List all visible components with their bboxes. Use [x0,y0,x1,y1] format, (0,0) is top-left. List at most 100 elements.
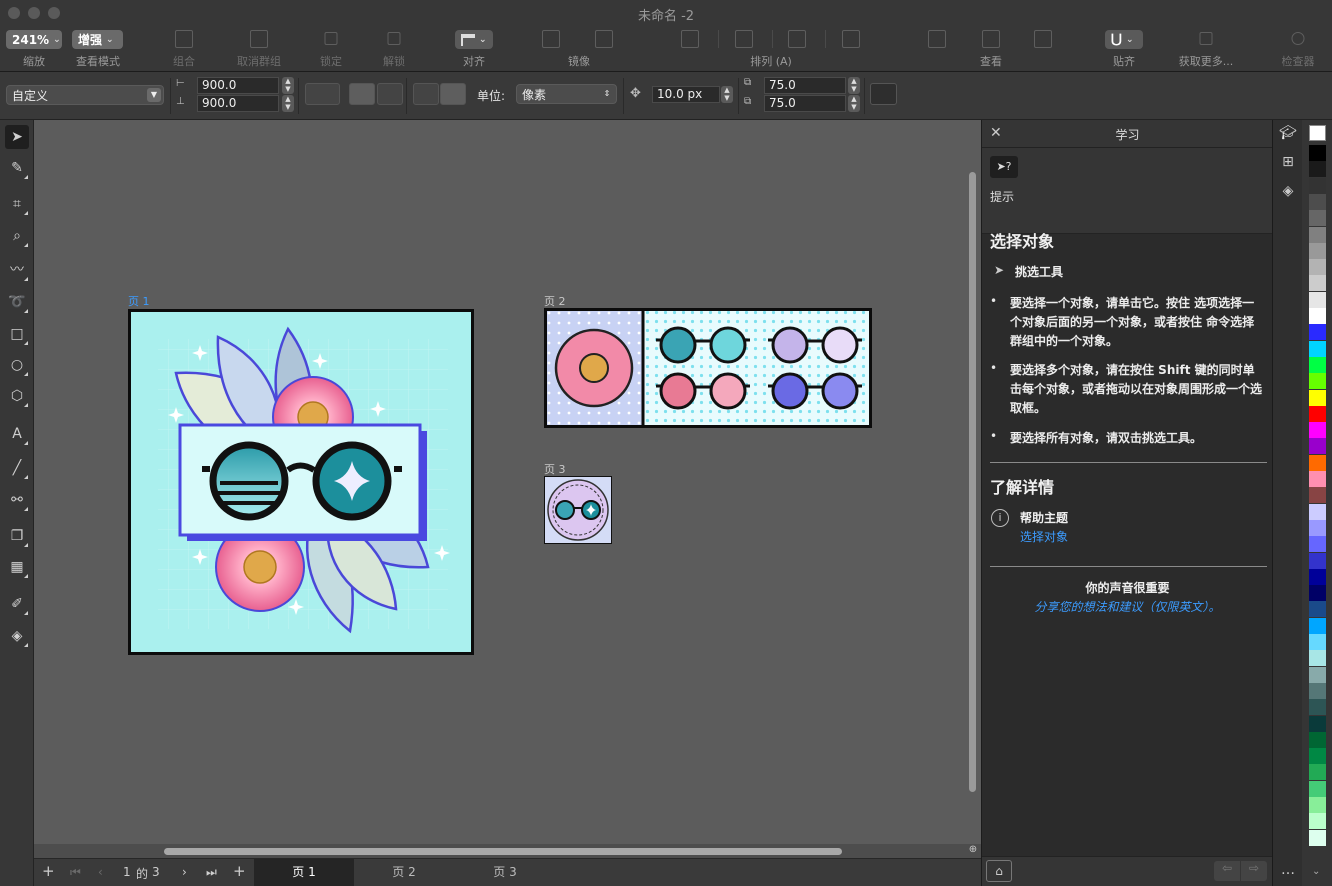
color-swatch[interactable] [1309,568,1326,585]
tab-page-2[interactable]: 页 2 [354,859,454,886]
hint-pick-icon[interactable]: ➤? [990,156,1018,178]
color-swatch[interactable] [1309,503,1326,520]
pick-tool-icon[interactable]: ➤ [5,125,29,149]
zoom-fit-icon[interactable]: ⊕ [966,844,980,858]
mirror-vertical-icon[interactable] [595,30,613,48]
color-swatch[interactable] [1309,519,1326,536]
color-swatch[interactable] [1309,275,1326,292]
last-page-button[interactable]: ⏭ [206,865,217,880]
color-swatch[interactable] [1309,389,1326,406]
color-swatch[interactable] [1309,487,1326,504]
vertical-scroll-thumb[interactable] [969,172,976,792]
group-icon[interactable] [175,30,193,48]
connector-tool-icon[interactable]: ⚯ [5,488,29,512]
align-dropdown[interactable]: ⌄ [455,30,493,49]
color-swatch[interactable] [1309,552,1326,569]
drawing-canvas[interactable]: 页 1 页 2 页 3 [34,120,981,844]
learn-tab-icon[interactable]: 🎓︎ [1278,125,1298,145]
back-icon[interactable]: ⇦ [1214,861,1240,881]
color-swatch[interactable] [1309,422,1326,439]
horizontal-scroll-thumb[interactable] [164,848,842,855]
color-swatch[interactable] [1309,324,1326,341]
get-more-icon[interactable] [1199,32,1213,45]
color-swatch[interactable] [1309,748,1326,765]
color-swatch[interactable] [1309,715,1326,732]
color-swatch[interactable] [1309,161,1326,178]
color-swatch[interactable] [1309,536,1326,553]
width-stepper[interactable]: ▲ ▼ [282,77,294,94]
color-swatch[interactable] [1309,585,1326,602]
page-size-options-button[interactable] [305,83,340,105]
page-height-input[interactable]: 900.0 [197,95,279,112]
page-1[interactable] [128,309,474,655]
color-swatch[interactable] [1309,405,1326,422]
color-swatch[interactable] [1309,650,1326,667]
color-swatch[interactable] [1309,373,1326,390]
color-swatch[interactable] [1309,601,1326,618]
color-swatch[interactable] [1309,226,1326,243]
duplicate-y-input[interactable]: 75.0 [764,95,846,112]
shape-tool-icon[interactable]: ✎ [5,156,29,180]
shadow-tool-icon[interactable]: ❐ [5,524,29,548]
color-swatch[interactable] [1309,308,1326,324]
color-swatch[interactable] [1309,177,1326,194]
color-swatch[interactable] [1309,210,1326,227]
page-width-input[interactable]: 900.0 [197,77,279,94]
text-tool-icon[interactable]: A [5,422,29,446]
view-mode-dropdown[interactable]: 增强 ⌄ [72,30,123,49]
color-swatch[interactable] [1309,291,1326,308]
artistic-media-tool-icon[interactable]: ➰ [5,290,29,314]
layers-tab-icon[interactable]: ◈ [1278,183,1298,203]
duplicate-x-input[interactable]: 75.0 [764,77,846,94]
properties-tab-icon[interactable]: ⊞ [1278,154,1298,174]
transparency-tool-icon[interactable]: ▦ [5,555,29,579]
polygon-tool-icon[interactable]: ⬡ [5,384,29,408]
nudge-stepper[interactable]: ▲ ▼ [721,86,733,103]
all-pages-button[interactable] [413,83,439,105]
color-swatch[interactable] [1309,666,1326,683]
color-swatch[interactable] [1309,682,1326,699]
zoom-dropdown[interactable]: 241% ⌄ [6,30,62,49]
landscape-button[interactable] [377,83,403,105]
lock-icon[interactable] [324,32,338,45]
eyedropper-tool-icon[interactable]: ✐ [5,592,29,616]
prev-page-button[interactable]: ‹ [98,865,103,879]
back-one-icon[interactable] [788,30,806,48]
current-page-button[interactable] [440,83,466,105]
color-swatch[interactable] [1309,731,1326,748]
fill-tool-icon[interactable]: ◈ [5,624,29,648]
grid-icon[interactable] [982,30,1000,48]
color-swatch[interactable] [1309,438,1326,455]
color-swatch[interactable] [1309,813,1326,830]
ungroup-icon[interactable] [250,30,268,48]
ellipse-tool-icon[interactable]: ○ [5,353,29,377]
color-swatch[interactable] [1309,145,1326,161]
color-swatch[interactable] [1309,764,1326,781]
page-2[interactable] [544,308,872,428]
color-swatch[interactable] [1309,454,1326,471]
color-swatch[interactable] [1309,780,1326,797]
zoom-tool-icon[interactable]: ⌕ [5,224,29,248]
nudge-distance-input[interactable]: 10.0 px [652,86,720,103]
color-swatch[interactable] [1309,617,1326,634]
palette-scroll-down-icon[interactable]: ⌄ [1312,866,1320,877]
tab-page-3[interactable]: 页 3 [455,859,555,886]
height-stepper[interactable]: ▲ ▼ [282,95,294,112]
units-select[interactable]: 像素 ⇕ [516,84,617,104]
color-swatch[interactable] [1309,699,1326,716]
color-swatch[interactable] [1309,829,1326,846]
more-tabs-icon[interactable]: … [1278,862,1298,882]
to-front-icon[interactable] [681,30,699,48]
home-icon[interactable]: ⌂ [986,860,1012,882]
duplicate-x-stepper[interactable]: ▲ ▼ [848,77,860,94]
rulers-icon[interactable] [928,30,946,48]
duplicate-y-stepper[interactable]: ▲ ▼ [848,95,860,112]
line-tool-icon[interactable]: ╱ [5,456,29,480]
color-swatch[interactable] [1309,193,1326,210]
color-swatch[interactable] [1309,634,1326,650]
forward-one-icon[interactable] [735,30,753,48]
help-topic-link[interactable]: 选择对象 [1020,528,1068,545]
color-swatch[interactable] [1309,797,1326,813]
portrait-button[interactable] [349,83,375,105]
unlock-icon[interactable] [387,32,401,45]
